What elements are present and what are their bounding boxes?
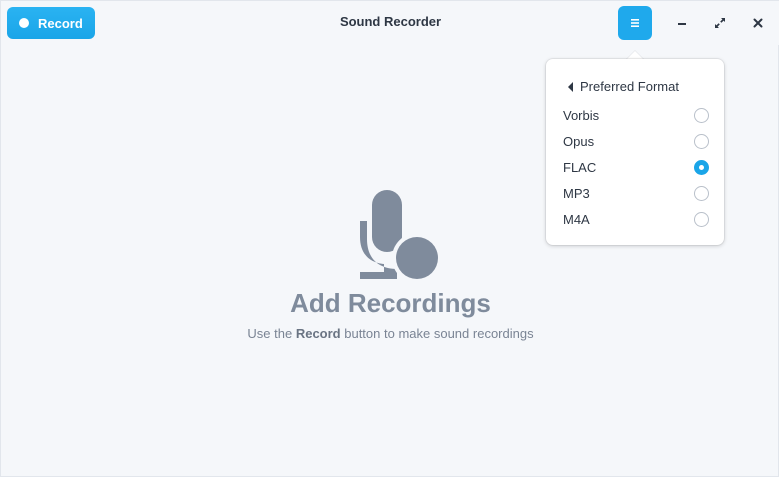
- subtitle-bold-record: Record: [295, 326, 341, 341]
- main-menu-button[interactable]: [618, 6, 652, 40]
- format-option-label: FLAC: [563, 159, 597, 175]
- close-button[interactable]: [748, 13, 768, 33]
- minimize-icon: [678, 23, 686, 25]
- window-title: Sound Recorder: [339, 14, 442, 29]
- format-option-label: M4A: [563, 211, 590, 227]
- app-window: Record Sound Recorder Preferred Format V…: [0, 0, 779, 477]
- minimize-button[interactable]: [672, 13, 692, 33]
- radio-button[interactable]: [694, 185, 709, 201]
- format-option-vorbis[interactable]: Vorbis: [563, 104, 709, 126]
- format-option-m4a[interactable]: M4A: [563, 208, 709, 230]
- header-bar: Record Sound Recorder: [1, 1, 779, 45]
- format-option-mp3[interactable]: MP3: [563, 182, 709, 204]
- maximize-icon: [715, 18, 725, 28]
- format-option-opus[interactable]: Opus: [563, 130, 709, 152]
- popover-back-header[interactable]: Preferred Format: [568, 79, 679, 94]
- microphone-icon: [360, 190, 441, 281]
- radio-button[interactable]: [694, 133, 709, 149]
- popover-title: Preferred Format: [580, 79, 679, 94]
- format-option-label: MP3: [563, 185, 590, 201]
- maximize-button[interactable]: [710, 13, 730, 33]
- radio-button[interactable]: [694, 211, 709, 227]
- back-triangle-icon: [568, 81, 573, 92]
- format-option-flac[interactable]: FLAC: [563, 156, 709, 178]
- radio-button-checked[interactable]: [694, 159, 709, 175]
- format-option-label: Vorbis: [563, 107, 600, 123]
- format-option-label: Opus: [563, 133, 595, 149]
- subtitle-suffix: button to make sound recordings: [340, 326, 534, 341]
- empty-state-subtitle: Use the Record button to make sound reco…: [1, 326, 779, 341]
- preferred-format-popover: Preferred Format Vorbis Opus FLAC MP3 M4…: [546, 59, 724, 245]
- radio-button[interactable]: [694, 107, 709, 123]
- subtitle-prefix: Use the: [247, 326, 296, 341]
- close-icon: [753, 18, 763, 28]
- hamburger-menu-icon: [631, 19, 639, 27]
- empty-state-title: Add Recordings: [290, 288, 491, 318]
